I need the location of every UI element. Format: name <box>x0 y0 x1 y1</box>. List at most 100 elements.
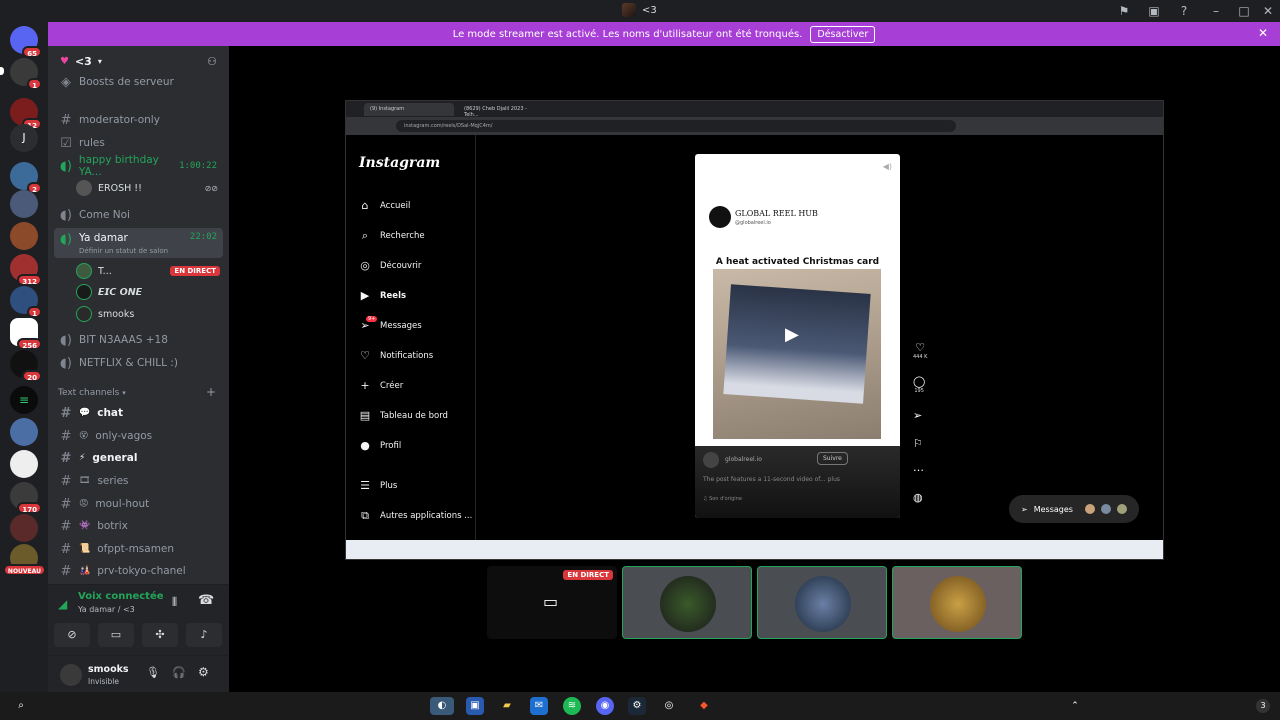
ig-nav-other-apps[interactable]: ⧉ Autres applications ... <box>358 509 472 523</box>
notification-badge[interactable]: 3 <box>1256 699 1270 713</box>
channel-general[interactable]: # ⚡ general <box>54 448 223 468</box>
outlook-icon[interactable]: ✉ <box>530 697 548 715</box>
channel-moul-hout[interactable]: # 😡 moul-hout <box>54 494 223 514</box>
microphone-icon[interactable]: 🎙 <box>146 666 160 679</box>
activities-button[interactable]: ✣ <box>142 623 178 647</box>
audio-button[interactable]: ◍ <box>913 491 923 504</box>
mute-icon[interactable]: ◀) <box>883 162 892 171</box>
brave-icon[interactable]: ◆ <box>695 697 713 715</box>
instagram-logo[interactable]: Instagram <box>359 155 440 171</box>
minimize-icon[interactable]: – <box>1208 3 1224 19</box>
close-icon[interactable]: ✕ <box>1258 26 1268 40</box>
server-icon[interactable]: 1 <box>10 58 42 90</box>
category-text-channels[interactable]: Text channels ▾ <box>58 388 126 398</box>
server-icon[interactable]: 312 <box>10 254 42 286</box>
comment-button[interactable]: ◯ 195 <box>913 375 925 394</box>
camera-off-button[interactable]: ⊘ <box>54 623 90 647</box>
channel-ofppt-msamen[interactable]: # 📜 ofppt-msamen <box>54 539 223 559</box>
soundboard-button[interactable]: ♪ <box>186 623 222 647</box>
disable-streamer-button[interactable]: Désactiver <box>810 25 876 43</box>
ig-nav-search[interactable]: ⌕ Recherche <box>358 229 425 243</box>
gear-icon[interactable]: ⚙ <box>198 665 209 679</box>
store-icon[interactable]: ▣ <box>466 697 484 715</box>
inbox-icon[interactable]: ⚑ <box>1116 3 1132 19</box>
browser-tab-youtube[interactable]: (8629) Cheb Djalil 2023 - Telh... <box>458 103 548 118</box>
server-icon[interactable] <box>10 450 38 478</box>
server-icon[interactable]: ≡ <box>10 386 38 414</box>
voice-channel-birthday[interactable]: ◖) happy birthday YA... 1:00:22 <box>54 154 223 178</box>
ig-nav-explore[interactable]: ◎ Découvrir <box>358 259 421 272</box>
server-icon[interactable]: 170 <box>10 482 42 514</box>
follow-button[interactable]: Suivre <box>817 452 848 465</box>
voice-channel-bit[interactable]: ◖) BIT N3AAAS +18 <box>54 330 223 350</box>
obs-icon[interactable]: ◎ <box>660 697 678 715</box>
voice-user[interactable]: smooks <box>76 304 224 324</box>
server-icon[interactable] <box>10 190 38 218</box>
help-icon[interactable]: ? <box>1176 3 1192 19</box>
edge-icon[interactable]: ◐ <box>430 697 454 715</box>
headphones-icon[interactable]: 🎧 <box>172 666 186 679</box>
like-button[interactable]: ♡ 444 K <box>913 341 927 360</box>
ig-nav-reels[interactable]: ▶ Reels <box>358 289 406 302</box>
play-icon[interactable]: ▶ <box>785 324 799 345</box>
search-icon[interactable]: ⌕ <box>12 697 30 715</box>
server-icon[interactable]: 12 <box>10 98 42 130</box>
channel-series[interactable]: # 🎞 series <box>54 471 223 491</box>
disconnect-icon[interactable]: ☎ <box>198 593 214 608</box>
server-icon[interactable] <box>10 514 38 542</box>
ig-nav-more[interactable]: ☰ Plus <box>358 479 397 492</box>
noise-suppression-icon[interactable]: ⫴ <box>172 595 177 610</box>
url-bar[interactable]: instagram.com/reels/DSal-MqjC4m/ <box>396 120 956 132</box>
reel-footer-user[interactable]: globalreel.io <box>725 456 762 463</box>
channel-prv-tokyo-chanel[interactable]: # 🎎 prv-tokyo-chanel <box>54 561 223 581</box>
add-channel-icon[interactable]: + <box>206 385 216 399</box>
voice-user[interactable]: 𝙀𝙄𝘾 𝙊𝙉𝙀 <box>76 282 224 302</box>
browser-tab-instagram[interactable]: (9) Instagram <box>364 103 454 116</box>
maximize-icon[interactable]: □ <box>1236 3 1252 19</box>
reel-video[interactable]: ◀) GLOBAL REEL HUB @globalreel.io A heat… <box>695 154 900 518</box>
server-icon[interactable]: 1 <box>10 286 42 318</box>
screen-share-button[interactable]: ▭ <box>98 623 134 647</box>
screen-icon[interactable]: ▣ <box>1146 3 1162 19</box>
voice-user[interactable]: T... EN DIRECT <box>76 261 224 281</box>
avatar[interactable] <box>60 664 82 686</box>
server-icon[interactable] <box>10 418 38 446</box>
server-icon[interactable]: J <box>10 124 38 152</box>
tray-icon[interactable]: ⌃ <box>1066 697 1084 715</box>
server-icon[interactable] <box>10 222 38 250</box>
ig-nav-create[interactable]: + Créer <box>358 379 403 392</box>
participant-tile[interactable] <box>757 566 887 639</box>
ig-nav-home[interactable]: ⌂ Accueil <box>358 199 411 212</box>
server-icon[interactable]: 256 <box>10 318 42 350</box>
voice-channel[interactable]: Ya damar / <3 <box>78 605 135 614</box>
participant-tile[interactable] <box>622 566 752 639</box>
spotify-icon[interactable]: ≋ <box>563 697 581 715</box>
home-button[interactable]: 65 <box>10 26 42 58</box>
share-button[interactable]: ➢ <box>913 409 922 422</box>
channel-status[interactable]: Définir un statut de salon <box>79 247 168 255</box>
messages-drawer[interactable]: ➢ Messages <box>1009 495 1139 523</box>
more-button[interactable]: … <box>913 461 924 474</box>
voice-channel-come-noi[interactable]: ◖) Come Noi <box>54 205 223 225</box>
participant-tile[interactable] <box>892 566 1022 639</box>
folder-icon[interactable]: ▰ <box>498 697 516 715</box>
channel-moderator-only[interactable]: # moderator-only <box>54 110 223 130</box>
voice-status[interactable]: Voix connectée <box>78 591 164 602</box>
stream-tile[interactable]: ▭ EN DIRECT <box>487 566 617 639</box>
voice-channel-netflix[interactable]: ◖) NETFLIX & CHILL :) <box>54 353 223 373</box>
channel-only-vagos[interactable]: # 😵 only-vagos <box>54 426 223 446</box>
channel-chat[interactable]: # 💬 chat <box>54 403 223 423</box>
ig-nav-notifications[interactable]: ♡ Notifications <box>358 349 433 362</box>
server-icon[interactable]: 20 <box>10 350 42 382</box>
username[interactable]: smooks <box>88 664 129 675</box>
discord-icon[interactable]: ◉ <box>596 697 614 715</box>
ig-nav-dashboard[interactable]: ▤ Tableau de bord <box>358 409 448 422</box>
channel-rules[interactable]: ☑ rules <box>54 133 223 153</box>
voice-user[interactable]: EROSH !! ⊘⊘ <box>76 178 224 198</box>
boosts-item[interactable]: ◈ Boosts de serveur <box>54 72 223 92</box>
invite-icon[interactable]: ⚇ <box>207 55 217 68</box>
steam-icon[interactable]: ⚙ <box>628 697 646 715</box>
ig-nav-profile[interactable]: ● Profil <box>358 439 401 452</box>
server-icon[interactable]: 2 <box>10 162 42 194</box>
server-icon[interactable]: NOUVEAU <box>2 544 46 576</box>
